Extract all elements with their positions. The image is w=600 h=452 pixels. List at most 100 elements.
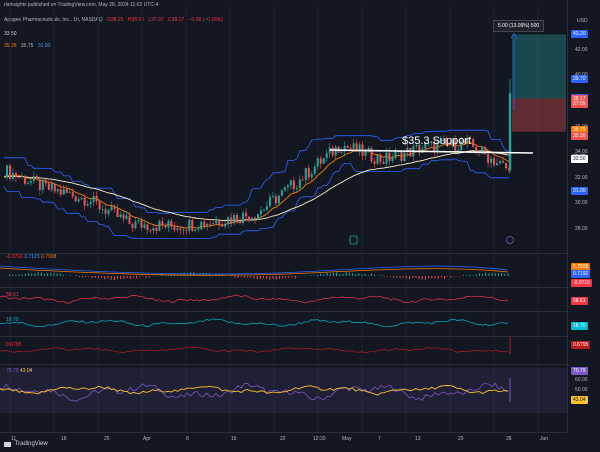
candle-body: [277, 195, 280, 204]
rsi-value: 70.79: [6, 368, 19, 374]
pane-divider[interactable]: [0, 336, 567, 337]
candle-body: [122, 214, 125, 219]
candle-body: [8, 165, 11, 179]
price-marker: 43.20: [571, 30, 588, 39]
price-chart[interactable]: [0, 0, 567, 432]
candle-body: [50, 183, 53, 190]
indicator-axis-value: 0.7192: [571, 270, 591, 278]
rsi-label: 70.79 43.04: [6, 369, 32, 374]
osc-label: 58.61: [6, 292, 19, 298]
candle-body: [101, 209, 104, 210]
candle-body: [137, 220, 140, 222]
price-tick-label: 32.00: [575, 174, 588, 181]
candle-body: [191, 220, 194, 231]
candle-body: [379, 154, 382, 162]
pane-divider[interactable]: [0, 364, 567, 365]
macd-value: -0.0716: [6, 254, 23, 260]
candle-body: [89, 202, 92, 205]
currency-label[interactable]: USD: [577, 19, 588, 24]
candle-body: [400, 151, 403, 161]
date-axis[interactable]: 11 18 25 Apr 8 15 22 12:30 May 7 13 20 28 Jun: [0, 432, 567, 445]
candle-body: [128, 215, 131, 225]
candle-body: [388, 152, 391, 162]
macd-line: [0, 265, 509, 275]
candle-body: [409, 147, 412, 157]
candle-body: [331, 147, 334, 156]
candle-body: [104, 209, 107, 214]
candle-body: [95, 195, 98, 202]
date-tick-label: May: [342, 436, 352, 442]
candle-body: [206, 223, 209, 227]
indicator-axis-value: 70.79: [571, 367, 588, 375]
candle-body: [292, 180, 295, 190]
candle-body: [23, 175, 26, 184]
candle-body: [194, 229, 197, 231]
indicator-axis-value: 43.04: [571, 396, 588, 404]
candle-body: [352, 143, 355, 149]
pane-divider[interactable]: [0, 311, 567, 312]
price-marker: 31.00: [571, 186, 588, 195]
candle-body: [307, 168, 310, 178]
date-tick-label: 25: [104, 436, 110, 442]
indicator-axis-value: 18.70: [571, 322, 588, 330]
pane-divider[interactable]: [0, 253, 567, 254]
candle-body: [251, 217, 254, 221]
candle-body: [373, 161, 376, 164]
candle-body: [508, 93, 512, 171]
candle-body: [322, 157, 325, 164]
indicator-axis-value: 58.61: [571, 297, 588, 305]
candle-body: [62, 189, 65, 195]
candle-body: [107, 210, 110, 214]
candle-body: [41, 179, 44, 190]
candle-body: [5, 165, 8, 178]
candle-body: [56, 189, 59, 192]
candle-body: [274, 196, 277, 204]
candle-body: [346, 145, 349, 148]
date-tick-label: 22: [280, 436, 286, 442]
candle-body: [185, 229, 188, 231]
cci-line: [0, 318, 508, 328]
candle-body: [47, 183, 50, 190]
candle-body: [179, 228, 182, 231]
pane-divider[interactable]: [0, 287, 567, 288]
candle-body: [505, 162, 508, 169]
candle-body: [74, 196, 77, 202]
candle-body: [20, 175, 23, 178]
date-tick-label: 7: [378, 436, 381, 442]
candle-body: [280, 190, 283, 196]
candle-body: [188, 220, 191, 231]
candle-body: [310, 173, 313, 178]
candle-body: [59, 189, 62, 195]
ad-line: [0, 346, 509, 354]
candle-body: [283, 187, 286, 191]
date-tick-label: Apr: [143, 436, 151, 442]
candle-body: [212, 223, 215, 225]
price-tick-label: 42.00: [575, 46, 588, 53]
candle-body: [197, 229, 200, 231]
candle-body: [376, 154, 379, 164]
candle-body: [125, 215, 128, 219]
price-tick-label: 30.00: [575, 200, 588, 207]
price-marker: 33.50: [571, 154, 588, 163]
date-tick-label: Jun: [540, 436, 549, 442]
candle-body: [242, 212, 245, 224]
candle-body: [29, 181, 32, 183]
candle-body: [86, 204, 89, 206]
candle-body: [313, 166, 316, 174]
candle-body: [53, 183, 56, 192]
candle-body: [131, 224, 134, 229]
candle-body: [182, 229, 185, 231]
candle-body: [71, 192, 74, 197]
indicator-axis-value: -0.0716: [571, 279, 592, 287]
candle-body: [77, 199, 80, 202]
tradingview-logo[interactable]: TradingView: [4, 441, 48, 448]
candle-body: [319, 158, 322, 164]
candle-body: [394, 151, 397, 158]
candle-body: [98, 201, 101, 210]
ad-label: 0.6795: [6, 342, 22, 348]
date-tick-label: 20: [458, 436, 464, 442]
candle-body: [391, 157, 394, 162]
rsi-band: [0, 368, 567, 413]
candle-body: [149, 229, 152, 231]
rsi-ma-value: 43.04: [19, 368, 33, 374]
